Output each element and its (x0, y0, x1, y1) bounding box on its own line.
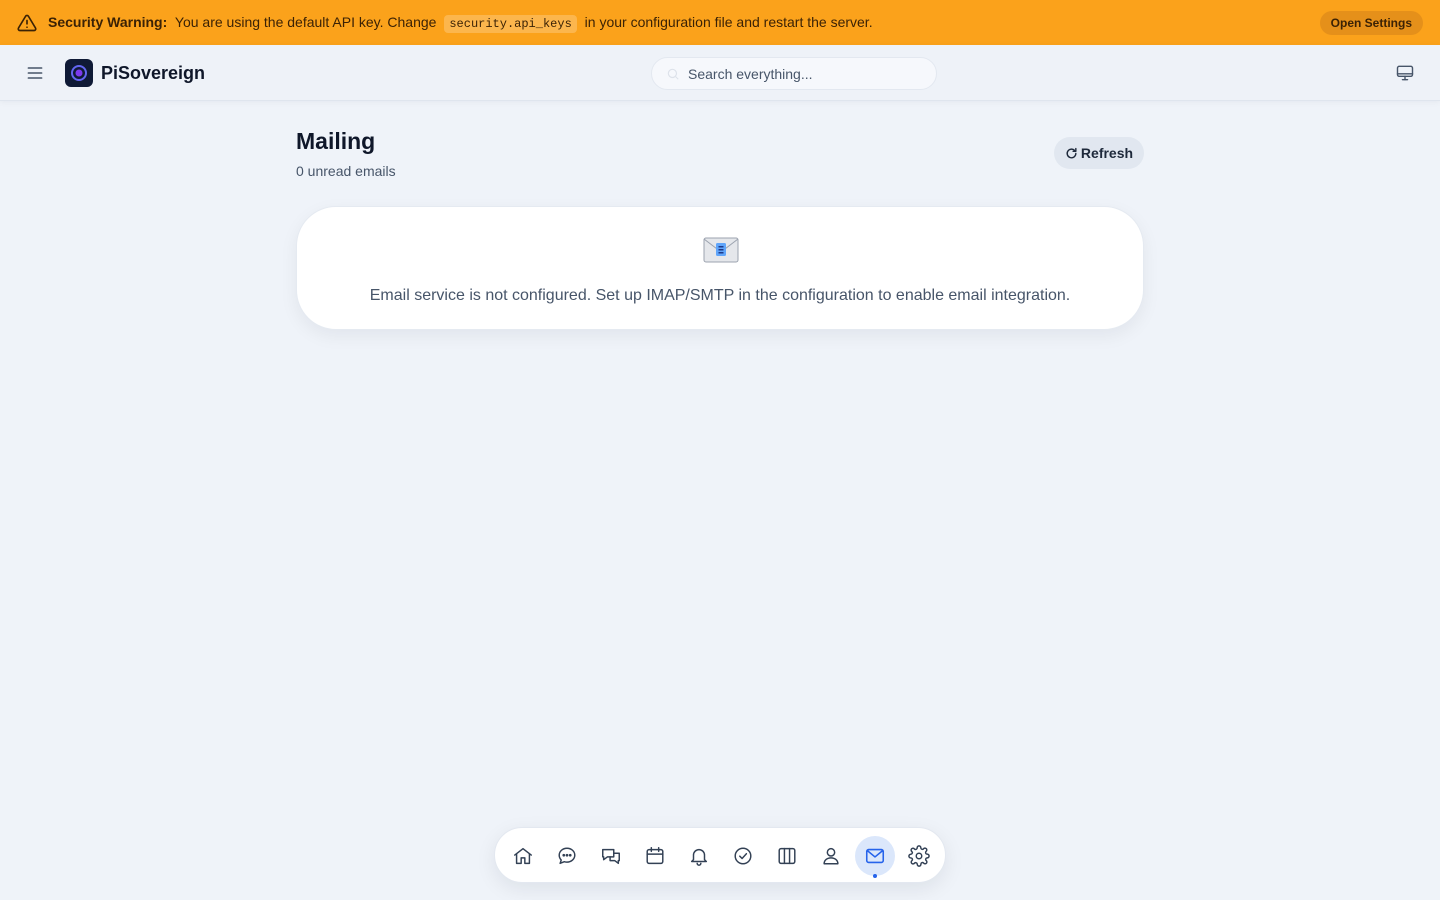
nav-tasks[interactable] (723, 836, 763, 876)
security-warning-banner: Security Warning: You are using the defa… (0, 0, 1440, 45)
ring-logo-icon (65, 59, 93, 87)
conversations-icon (602, 848, 620, 865)
refresh-icon (1065, 147, 1078, 160)
empty-state-message: Email service is not configured. Set up … (369, 287, 1071, 304)
nav-chat[interactable] (547, 836, 587, 876)
gear-icon (908, 845, 930, 867)
page-title: Mailing (296, 128, 376, 154)
nav-settings[interactable] (899, 836, 939, 876)
open-settings-button[interactable]: Open Settings (1319, 10, 1423, 35)
chat-bubble-icon (558, 847, 576, 865)
brand[interactable]: PiSovereign (65, 59, 205, 87)
check-circle-icon (734, 847, 752, 865)
mail-icon (865, 848, 885, 864)
home-icon (514, 847, 532, 865)
active-indicator-dot (873, 874, 877, 878)
warning-triangle-icon (17, 13, 37, 33)
nav-calendar[interactable] (635, 836, 675, 876)
warning-text: Security Warning: You are using the defa… (48, 14, 873, 33)
refresh-button[interactable]: Refresh (1054, 137, 1144, 169)
bottom-nav (494, 827, 946, 883)
warning-config-key: security.api_keys (444, 15, 577, 33)
nav-home[interactable] (503, 836, 543, 876)
calendar-icon (646, 847, 664, 865)
nav-mail[interactable] (855, 836, 895, 876)
monitor-icon[interactable] (1394, 62, 1416, 84)
hamburger-icon[interactable] (24, 62, 46, 84)
search-box[interactable] (651, 57, 937, 90)
warning-label: Security Warning: (48, 14, 168, 30)
unread-count: 0 unread emails (296, 163, 396, 179)
refresh-label: Refresh (1080, 145, 1134, 161)
app-header: PiSovereign (0, 45, 1440, 101)
nav-contacts[interactable] (811, 836, 851, 876)
person-icon (823, 847, 839, 865)
warning-text-after: in your configuration file and restart t… (584, 14, 873, 30)
warning-text-before: You are using the default API key. Chang… (174, 14, 437, 30)
bell-icon (690, 848, 708, 866)
envelope-emoji-icon (703, 237, 739, 263)
nav-kanban[interactable] (767, 836, 807, 876)
nav-notifications[interactable] (679, 836, 719, 876)
search-input[interactable] (688, 65, 908, 82)
email-empty-state-card: Email service is not configured. Set up … (296, 206, 1144, 330)
search-icon (666, 66, 682, 82)
brand-name: PiSovereign (101, 62, 206, 83)
nav-conversations[interactable] (591, 836, 631, 876)
kanban-columns-icon (778, 847, 796, 865)
